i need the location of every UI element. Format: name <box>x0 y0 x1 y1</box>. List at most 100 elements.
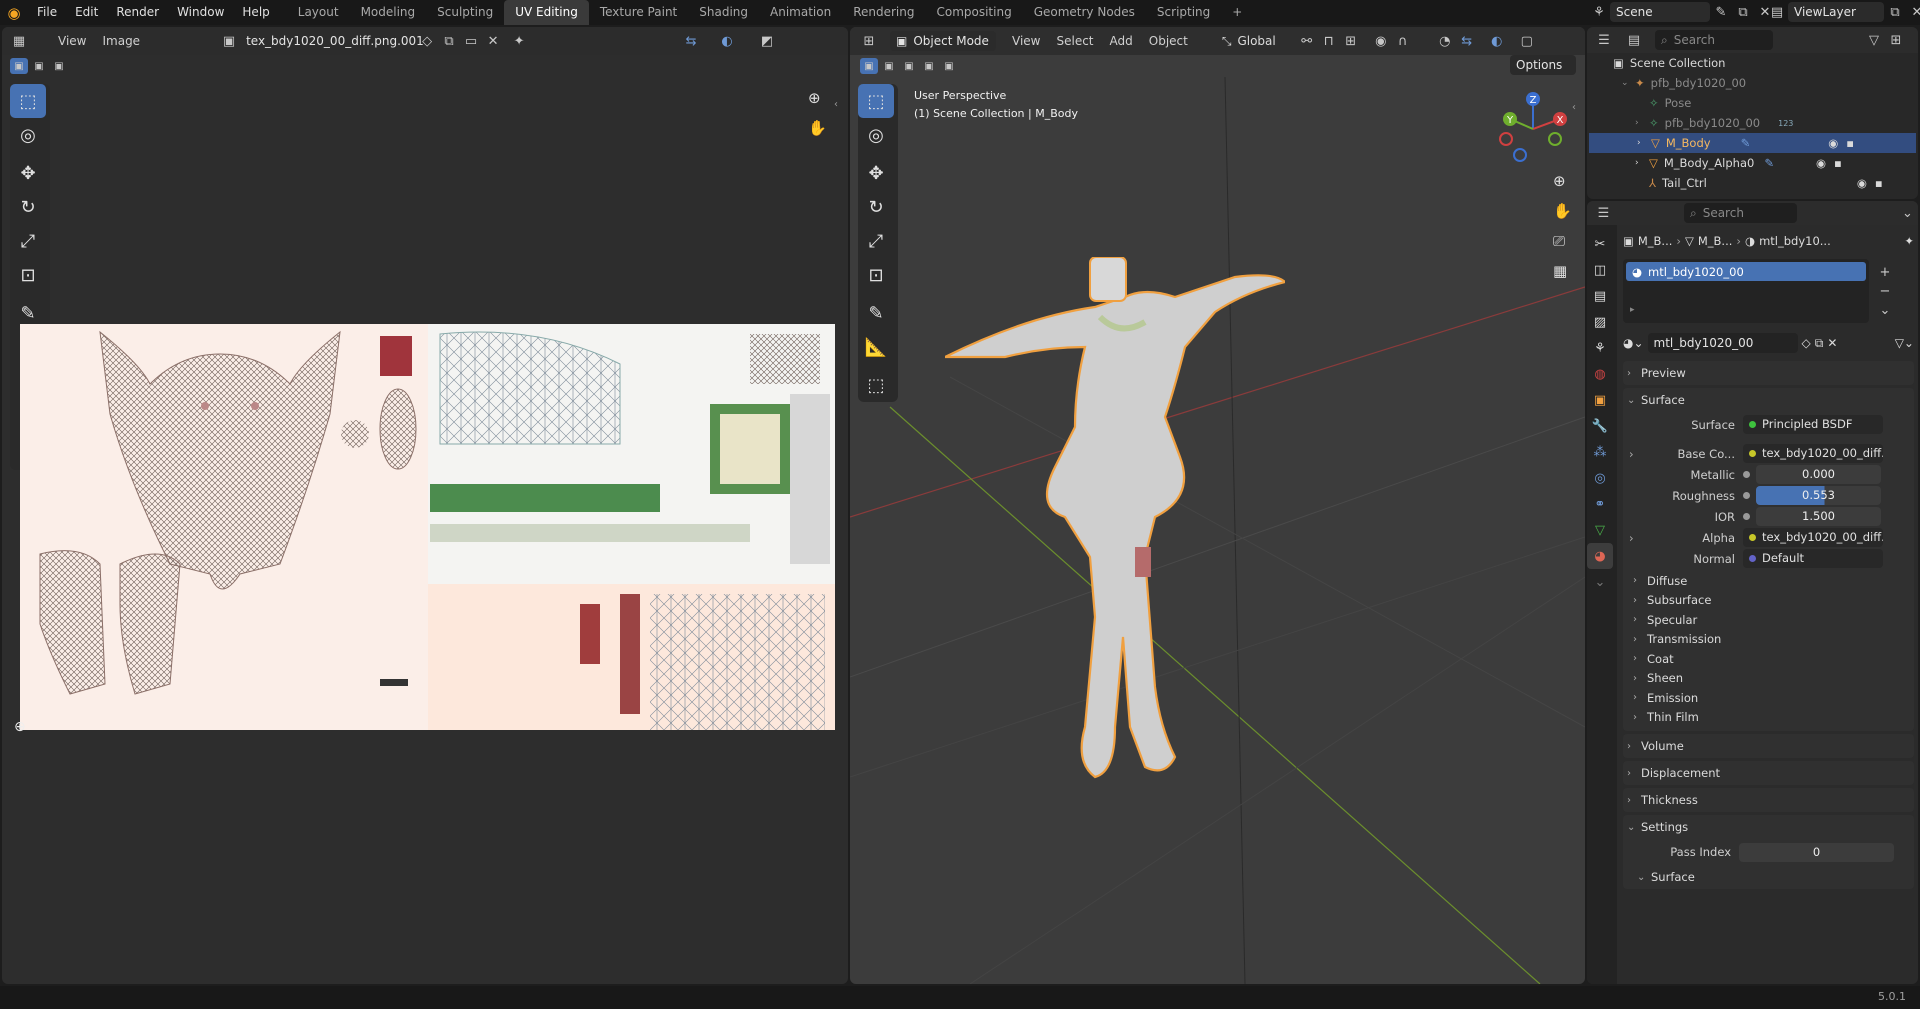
surface-shader-field[interactable]: Principled BSDF <box>1743 415 1883 434</box>
subsection-subsurface[interactable]: › Subsurface <box>1633 591 1914 611</box>
thickness-panel[interactable]: › Thickness <box>1623 788 1914 812</box>
cursor-tool[interactable]: ◎ <box>858 118 894 152</box>
tab-modeling[interactable]: Modeling <box>350 0 427 25</box>
outliner-root[interactable]: ▣ Scene Collection <box>1587 53 1918 73</box>
camera-view-icon[interactable]: ⎚ <box>1553 232 1565 250</box>
scene-tab-icon[interactable]: ⚘ <box>1587 335 1613 361</box>
fake-user-icon[interactable]: ◇ <box>1802 336 1811 350</box>
displacement-section[interactable]: › Displacement <box>1623 761 1914 785</box>
pass-index-field[interactable]: 0 <box>1739 842 1894 862</box>
select-extend-icon[interactable]: ▣ <box>30 58 48 74</box>
tab-rendering[interactable]: Rendering <box>842 0 925 25</box>
xray-icon[interactable]: ▢ <box>1516 31 1538 51</box>
subsection-emission[interactable]: › Emission <box>1633 688 1914 708</box>
eye-icon[interactable]: ◉ <box>1816 156 1826 170</box>
select-subtract-icon[interactable]: ▣ <box>50 58 68 74</box>
subsection-specular[interactable]: › Specular <box>1633 610 1914 630</box>
physics-tab-icon[interactable]: ◎ <box>1587 465 1613 491</box>
eye-icon[interactable]: ◉ <box>1828 136 1838 150</box>
roughness-slider[interactable]: 0.553 <box>1756 486 1881 505</box>
select-box-tool[interactable]: ⬚ <box>858 84 894 118</box>
uv-menu-image[interactable]: Image <box>94 34 148 48</box>
measure-tool[interactable]: 📐 <box>858 330 894 364</box>
uv-sync-icon[interactable]: ⇆ <box>680 31 702 51</box>
sidebar-toggle-icon[interactable]: ‹ <box>1572 102 1576 113</box>
gizmo-toggle-icon[interactable]: ⇆ <box>1456 31 1478 51</box>
tab-geometry-nodes[interactable]: Geometry Nodes <box>1023 0 1146 25</box>
proportional-icon[interactable]: ◉ <box>1370 31 1392 51</box>
pin-icon[interactable]: ✦ <box>1904 234 1914 248</box>
volume-section[interactable]: › Volume <box>1623 734 1914 758</box>
open-image-icon[interactable]: ▭ <box>460 31 482 51</box>
visibility-icon[interactable]: ◔ <box>1434 31 1456 51</box>
snap-target-icon[interactable]: ⊞ <box>1340 31 1362 51</box>
remove-slot-icon[interactable]: − <box>1875 282 1895 301</box>
tab-sculpting[interactable]: Sculpting <box>426 0 504 25</box>
menu-help[interactable]: Help <box>233 0 278 25</box>
render-tab-icon[interactable]: ◫ <box>1587 257 1613 283</box>
outliner-search[interactable]: ⌕ Search <box>1655 30 1773 50</box>
scale-tool[interactable]: ⤢ <box>858 224 894 258</box>
modifier-tab-icon[interactable]: 🔧 <box>1587 413 1613 439</box>
viewlayer-icon[interactable]: ▤ <box>1766 2 1788 22</box>
select-intersect-icon[interactable]: ▣ <box>940 58 958 74</box>
camera-icon[interactable]: ▪ <box>1846 136 1854 150</box>
rotate-tool[interactable]: ↻ <box>10 190 46 224</box>
rotate-tool[interactable]: ↻ <box>858 190 894 224</box>
select-extend-icon[interactable]: ▣ <box>880 58 898 74</box>
base-color-field[interactable]: tex_bdy1020_00_diff... <box>1743 444 1883 463</box>
viewport-menu-add[interactable]: Add <box>1102 34 1141 48</box>
navigation-gizmo[interactable]: Z X Y <box>1498 89 1568 164</box>
annotate-tool[interactable]: ✎ <box>858 296 894 330</box>
add-workspace-button[interactable]: + <box>1221 0 1253 25</box>
ior-field[interactable]: 1.500 <box>1756 507 1881 526</box>
particles-tab-icon[interactable]: ⁂ <box>1587 439 1613 465</box>
display-mode-icon[interactable]: ▤ <box>1623 30 1645 50</box>
subsection-diffuse[interactable]: › Diffuse <box>1633 571 1914 591</box>
image-name-field[interactable]: tex_bdy1020_00_diff.png.001 <box>240 31 424 51</box>
eye-icon[interactable]: ◉ <box>1857 176 1867 190</box>
perspective-toggle-icon[interactable]: ▦ <box>1553 262 1567 280</box>
outliner-item-armature-data[interactable]: › ✧ pfb_bdy1020_00 123 <box>1587 113 1918 133</box>
viewport-menu-view[interactable]: View <box>1004 34 1048 48</box>
camera-icon[interactable]: ▪ <box>1834 156 1842 170</box>
material-tab-icon[interactable]: ◕ <box>1587 543 1613 569</box>
unlink-material-icon[interactable]: ✕ <box>1827 336 1837 350</box>
delete-viewlayer-icon[interactable]: ✕ <box>1906 2 1920 22</box>
scene-field[interactable]: Scene <box>1610 2 1710 22</box>
expand-icon[interactable]: › <box>1629 447 1634 461</box>
editor-type-icon[interactable]: ⊞ <box>858 31 880 51</box>
move-tool[interactable]: ✥ <box>858 156 894 190</box>
move-tool[interactable]: ✥ <box>10 156 46 190</box>
duplicate-image-icon[interactable]: ⧉ <box>438 31 460 51</box>
preview-section[interactable]: › Preview <box>1623 361 1914 385</box>
new-collection-icon[interactable]: ⊞ <box>1885 30 1907 50</box>
pin-icon[interactable]: ✎ <box>1710 2 1732 22</box>
select-invert-icon[interactable]: ▣ <box>920 58 938 74</box>
orientation-dropdown[interactable]: ⤡ Global <box>1222 34 1276 49</box>
falloff-icon[interactable]: ∩ <box>1392 31 1414 51</box>
image-browse-icon[interactable]: ▣ <box>218 31 240 51</box>
editor-type-icon[interactable]: ▦ <box>8 31 30 51</box>
options-chevron-icon[interactable]: ⌄ <box>1897 203 1918 223</box>
outliner-item-m-body-alpha0[interactable]: › ▽ M_Body_Alpha0 ✎ ◉ ▪ <box>1587 153 1918 173</box>
pin-image-icon[interactable]: ✦ <box>508 31 530 51</box>
menu-file[interactable]: File <box>28 0 66 25</box>
tab-shading[interactable]: Shading <box>688 0 759 25</box>
camera-icon[interactable]: ▪ <box>1875 176 1883 190</box>
new-scene-icon[interactable]: ⧉ <box>1732 2 1754 22</box>
options-dropdown[interactable]: Options <box>1510 55 1576 75</box>
tab-scripting[interactable]: Scripting <box>1146 0 1221 25</box>
volume-panel[interactable]: › Volume <box>1623 734 1914 758</box>
data-tab-icon[interactable]: ▽ <box>1587 517 1613 543</box>
transform-tool[interactable]: ⊡ <box>858 258 894 292</box>
preview-panel[interactable]: › Preview <box>1623 361 1914 385</box>
tool-tab-icon[interactable]: ✂ <box>1587 231 1613 257</box>
tab-layout[interactable]: Layout <box>287 0 350 25</box>
viewport-menu-select[interactable]: Select <box>1048 34 1101 48</box>
object-tab-icon[interactable]: ▣ <box>1587 387 1613 413</box>
mode-dropdown[interactable]: ▣ Object Mode <box>890 31 996 51</box>
select-box-tool[interactable]: ⬚ <box>10 84 46 118</box>
overlay-toggle-icon[interactable]: ◐ <box>1486 31 1508 51</box>
breadcrumb-mesh[interactable]: M_B... <box>1698 234 1733 248</box>
